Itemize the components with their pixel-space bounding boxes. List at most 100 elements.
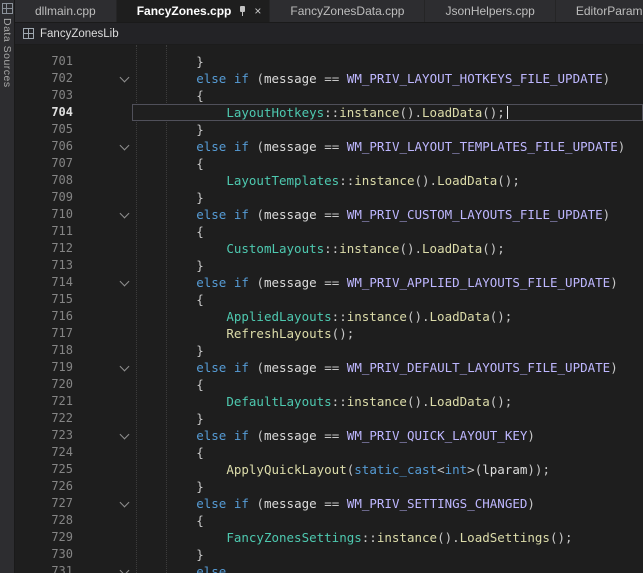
fold-column[interactable] (116, 138, 132, 155)
code-text[interactable]: LayoutHotkeys::instance().LoadData(); (132, 104, 643, 121)
line-number[interactable]: 711 (15, 223, 73, 240)
code-line[interactable]: 728 { (15, 512, 643, 529)
code-line[interactable]: 722 } (15, 410, 643, 427)
code-line[interactable]: 723 else if (message == WM_PRIV_QUICK_LA… (15, 427, 643, 444)
code-text[interactable]: } (132, 410, 643, 427)
glyph-margin[interactable] (73, 308, 116, 325)
glyph-margin[interactable] (73, 291, 116, 308)
line-number[interactable]: 709 (15, 189, 73, 206)
code-line[interactable]: 710 else if (message == WM_PRIV_CUSTOM_L… (15, 206, 643, 223)
code-text[interactable]: FancyZonesSettings::instance().LoadSetti… (132, 529, 643, 546)
glyph-margin[interactable] (73, 87, 116, 104)
breadcrumb-label[interactable]: FancyZonesLib (40, 28, 119, 40)
line-number[interactable]: 715 (15, 291, 73, 308)
line-number[interactable]: 727 (15, 495, 73, 512)
code-line[interactable]: 712 CustomLayouts::instance().LoadData()… (15, 240, 643, 257)
code-line[interactable]: 725 ApplyQuickLayout(static_cast<int>(lp… (15, 461, 643, 478)
line-number[interactable]: 724 (15, 444, 73, 461)
glyph-margin[interactable] (73, 53, 116, 70)
code-text[interactable]: ApplyQuickLayout(static_cast<int>(lparam… (132, 461, 643, 478)
line-number[interactable]: 713 (15, 257, 73, 274)
code-text[interactable]: { (132, 291, 643, 308)
chevron-down-icon[interactable] (119, 276, 129, 286)
code-text[interactable]: } (132, 478, 643, 495)
fold-column[interactable] (116, 495, 132, 512)
code-text[interactable]: DefaultLayouts::instance().LoadData(); (132, 393, 643, 410)
chevron-down-icon[interactable] (119, 361, 129, 371)
line-number[interactable]: 710 (15, 206, 73, 223)
glyph-margin[interactable] (73, 495, 116, 512)
glyph-margin[interactable] (73, 155, 116, 172)
code-line[interactable]: 729 FancyZonesSettings::instance().LoadS… (15, 529, 643, 546)
glyph-margin[interactable] (73, 478, 116, 495)
glyph-margin[interactable] (73, 325, 116, 342)
code-text[interactable]: { (132, 87, 643, 104)
glyph-margin[interactable] (73, 189, 116, 206)
glyph-margin[interactable] (73, 206, 116, 223)
code-line[interactable]: 706 else if (message == WM_PRIV_LAYOUT_T… (15, 138, 643, 155)
code-text[interactable]: else if (message == WM_PRIV_QUICK_LAYOUT… (132, 427, 643, 444)
fold-column[interactable] (116, 359, 132, 376)
code-line[interactable]: 709 } (15, 189, 643, 206)
fold-column[interactable] (116, 563, 132, 573)
code-text[interactable]: else if (message == WM_PRIV_LAYOUT_HOTKE… (132, 70, 643, 87)
line-number[interactable]: 723 (15, 427, 73, 444)
fold-column[interactable] (116, 274, 132, 291)
chevron-down-icon[interactable] (119, 429, 129, 439)
code-text[interactable]: else (132, 563, 643, 573)
editor-tab[interactable]: dllmain.cpp (15, 0, 116, 22)
code-text[interactable]: else if (message == WM_PRIV_CUSTOM_LAYOU… (132, 206, 643, 223)
line-number[interactable]: 726 (15, 478, 73, 495)
glyph-margin[interactable] (73, 546, 116, 563)
code-text[interactable]: else if (message == WM_PRIV_APPLIED_LAYO… (132, 274, 643, 291)
code-text[interactable]: RefreshLayouts(); (132, 325, 643, 342)
code-line[interactable]: 716 AppliedLayouts::instance().LoadData(… (15, 308, 643, 325)
code-line[interactable]: 730 } (15, 546, 643, 563)
chevron-down-icon[interactable] (119, 565, 129, 573)
glyph-margin[interactable] (73, 529, 116, 546)
glyph-margin[interactable] (73, 461, 116, 478)
line-number[interactable]: 712 (15, 240, 73, 257)
fold-column[interactable] (116, 427, 132, 444)
code-line[interactable]: 717 RefreshLayouts(); (15, 325, 643, 342)
code-line[interactable]: 727 else if (message == WM_PRIV_SETTINGS… (15, 495, 643, 512)
code-line[interactable]: 701 } (15, 53, 643, 70)
line-number[interactable]: 719 (15, 359, 73, 376)
editor-tab[interactable]: FancyZonesData.cpp (270, 0, 424, 22)
glyph-margin[interactable] (73, 410, 116, 427)
line-number[interactable]: 714 (15, 274, 73, 291)
code-text[interactable]: AppliedLayouts::instance().LoadData(); (132, 308, 643, 325)
code-line[interactable]: 707 { (15, 155, 643, 172)
line-number[interactable]: 716 (15, 308, 73, 325)
glyph-margin[interactable] (73, 274, 116, 291)
glyph-margin[interactable] (73, 138, 116, 155)
editor-tab[interactable]: FancyZones.cpp× (117, 0, 270, 22)
line-number[interactable]: 703 (15, 87, 73, 104)
code-text[interactable]: { (132, 223, 643, 240)
pin-icon[interactable] (238, 5, 248, 17)
line-number[interactable]: 720 (15, 376, 73, 393)
code-line[interactable]: 705 } (15, 121, 643, 138)
glyph-margin[interactable] (73, 104, 116, 121)
glyph-margin[interactable] (73, 121, 116, 138)
code-text[interactable]: else if (message == WM_PRIV_SETTINGS_CHA… (132, 495, 643, 512)
line-number[interactable]: 731 (15, 563, 73, 573)
glyph-margin[interactable] (73, 563, 116, 573)
code-line[interactable]: 702 else if (message == WM_PRIV_LAYOUT_H… (15, 70, 643, 87)
glyph-margin[interactable] (73, 342, 116, 359)
code-line[interactable]: 711 { (15, 223, 643, 240)
glyph-margin[interactable] (73, 70, 116, 87)
line-number[interactable]: 705 (15, 121, 73, 138)
code-line[interactable]: 718 } (15, 342, 643, 359)
glyph-margin[interactable] (73, 240, 116, 257)
chevron-down-icon[interactable] (119, 208, 129, 218)
glyph-margin[interactable] (73, 172, 116, 189)
code-line[interactable]: 708 LayoutTemplates::instance().LoadData… (15, 172, 643, 189)
code-text[interactable]: { (132, 155, 643, 172)
glyph-margin[interactable] (73, 359, 116, 376)
code-line[interactable]: 715 { (15, 291, 643, 308)
glyph-margin[interactable] (73, 376, 116, 393)
line-number[interactable]: 717 (15, 325, 73, 342)
glyph-margin[interactable] (73, 512, 116, 529)
code-text[interactable]: { (132, 512, 643, 529)
